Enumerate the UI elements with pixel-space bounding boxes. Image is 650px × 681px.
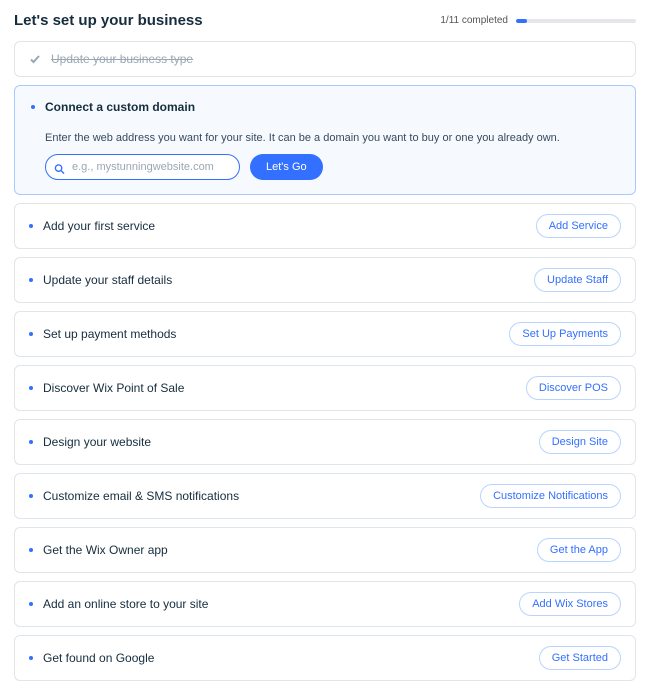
task-completed[interactable]: Update your business type xyxy=(14,41,636,77)
set-up-payments-button[interactable]: Set Up Payments xyxy=(509,322,621,346)
domain-input[interactable] xyxy=(45,154,240,180)
bullet-icon xyxy=(29,656,33,660)
task-customize-notifications[interactable]: Customize email & SMS notifications Cust… xyxy=(14,473,636,519)
bullet-icon xyxy=(29,548,33,552)
progress-indicator: 1/11 completed xyxy=(440,15,636,26)
design-site-button[interactable]: Design Site xyxy=(539,430,621,454)
task-label: Discover Wix Point of Sale xyxy=(43,381,516,395)
search-icon xyxy=(54,162,65,173)
task-label: Update your staff details xyxy=(43,273,524,287)
task-add-store[interactable]: Add an online store to your site Add Wix… xyxy=(14,581,636,627)
task-label: Get found on Google xyxy=(43,651,529,665)
task-label: Add an online store to your site xyxy=(43,597,509,611)
task-label: Set up payment methods xyxy=(43,327,499,341)
task-add-service[interactable]: Add your first service Add Service xyxy=(14,203,636,249)
bullet-icon xyxy=(29,278,33,282)
task-header-row: Connect a custom domain xyxy=(31,100,619,114)
add-service-button[interactable]: Add Service xyxy=(536,214,621,238)
bullet-icon xyxy=(29,224,33,228)
task-hint: Enter the web address you want for your … xyxy=(45,132,619,144)
setup-task-list: Update your business type Connect a cust… xyxy=(14,41,636,681)
update-staff-button[interactable]: Update Staff xyxy=(534,268,621,292)
progress-fill xyxy=(516,19,527,23)
task-owner-app[interactable]: Get the Wix Owner app Get the App xyxy=(14,527,636,573)
task-label: Get the Wix Owner app xyxy=(43,543,527,557)
task-body: Enter the web address you want for your … xyxy=(31,124,619,180)
bullet-icon xyxy=(29,332,33,336)
task-label: Update your business type xyxy=(51,52,621,66)
task-update-staff[interactable]: Update your staff details Update Staff xyxy=(14,257,636,303)
bullet-icon xyxy=(29,602,33,606)
domain-input-wrap xyxy=(45,154,240,180)
progress-text: 1/11 completed xyxy=(440,15,508,26)
bullet-icon xyxy=(29,440,33,444)
task-label: Customize email & SMS notifications xyxy=(43,489,470,503)
add-wix-stores-button[interactable]: Add Wix Stores xyxy=(519,592,621,616)
task-discover-pos[interactable]: Discover Wix Point of Sale Discover POS xyxy=(14,365,636,411)
task-design-site[interactable]: Design your website Design Site xyxy=(14,419,636,465)
task-label: Add your first service xyxy=(43,219,526,233)
customize-notifications-button[interactable]: Customize Notifications xyxy=(480,484,621,508)
bullet-icon xyxy=(29,494,33,498)
task-google[interactable]: Get found on Google Get Started xyxy=(14,635,636,681)
task-label: Design your website xyxy=(43,435,529,449)
bullet-icon xyxy=(29,386,33,390)
check-icon xyxy=(29,53,41,65)
page-title: Let's set up your business xyxy=(14,12,203,29)
discover-pos-button[interactable]: Discover POS xyxy=(526,376,621,400)
lets-go-button[interactable]: Let's Go xyxy=(250,154,323,180)
bullet-icon xyxy=(31,105,35,109)
task-connect-domain: Connect a custom domain Enter the web ad… xyxy=(14,85,636,195)
page-header: Let's set up your business 1/11 complete… xyxy=(14,12,636,29)
task-title: Connect a custom domain xyxy=(45,100,619,114)
get-the-app-button[interactable]: Get the App xyxy=(537,538,621,562)
domain-input-row: Let's Go xyxy=(45,154,619,180)
progress-bar xyxy=(516,19,636,23)
get-started-button[interactable]: Get Started xyxy=(539,646,621,670)
task-payment-methods[interactable]: Set up payment methods Set Up Payments xyxy=(14,311,636,357)
